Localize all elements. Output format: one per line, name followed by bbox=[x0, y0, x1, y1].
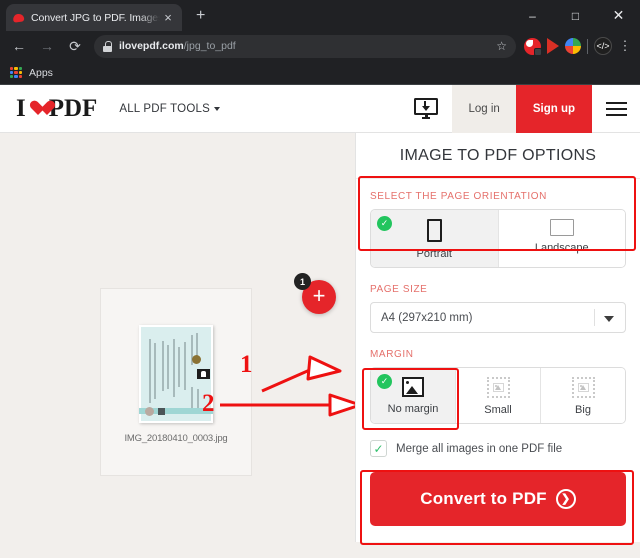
reload-icon[interactable]: ⟳ bbox=[62, 34, 88, 58]
site-header: I PDF ALL PDF TOOLS Log in Sign up bbox=[0, 84, 640, 133]
margin-option-small[interactable]: Small bbox=[455, 368, 540, 423]
browser-tab[interactable]: Convert JPG to PDF. Images JPG × bbox=[6, 4, 182, 31]
file-name-label: IMG_20180410_0003.jpg bbox=[124, 433, 228, 444]
login-button[interactable]: Log in bbox=[452, 84, 516, 133]
orientation-section-label: SELECT THE PAGE ORIENTATION bbox=[370, 191, 547, 202]
logo-text-right: PDF bbox=[48, 94, 98, 122]
file-canvas: IMG_20180410_0003.jpg + 1 1 2 3 bbox=[0, 133, 360, 542]
page-size-select[interactable]: A4 (297x210 mm) bbox=[370, 302, 626, 333]
header-right-actions: Log in Sign up bbox=[400, 84, 640, 133]
bookmark-star-icon[interactable]: ☆ bbox=[496, 39, 507, 53]
code-extension-icon[interactable]: </> bbox=[594, 37, 612, 55]
file-thumbnail-card[interactable]: IMG_20180410_0003.jpg bbox=[100, 288, 252, 476]
browser-menu-icon[interactable]: ⋮ bbox=[618, 38, 632, 54]
ilovepdf-logo[interactable]: I PDF bbox=[16, 95, 97, 123]
bookmark-apps-label[interactable]: Apps bbox=[29, 67, 53, 79]
heart-icon bbox=[29, 100, 47, 117]
orientation-portrait-label: Portrait bbox=[416, 248, 452, 260]
selected-check-icon: ✓ bbox=[377, 374, 392, 389]
margin-option-no-margin[interactable]: ✓ No margin bbox=[371, 368, 455, 423]
new-tab-button[interactable]: + bbox=[196, 7, 205, 25]
address-bar-url: ilovepdf.com/jpg_to_pdf bbox=[119, 40, 236, 52]
plus-icon: + bbox=[312, 283, 326, 308]
window-minimize-button[interactable]: – bbox=[511, 0, 554, 31]
panel-title: IMAGE TO PDF OPTIONS bbox=[356, 133, 640, 179]
chevron-down-icon bbox=[213, 106, 220, 111]
orientation-option-landscape[interactable]: Landscape bbox=[497, 210, 625, 267]
tab-close-icon[interactable]: × bbox=[160, 10, 176, 25]
extensions-row: </> ⋮ bbox=[524, 37, 634, 56]
hamburger-menu-icon[interactable] bbox=[592, 85, 640, 133]
image-to-pdf-options-panel: IMAGE TO PDF OPTIONS SELECT THE PAGE ORI… bbox=[355, 133, 640, 542]
window-close-button[interactable]: ✕ bbox=[597, 0, 640, 31]
image-big-margin-icon bbox=[571, 377, 595, 398]
annotation-number-2: 2 bbox=[202, 390, 215, 417]
select-divider bbox=[594, 309, 595, 326]
back-icon[interactable]: ← bbox=[6, 34, 32, 58]
convert-to-pdf-button[interactable]: Convert to PDF ❯ bbox=[370, 472, 626, 526]
ilovepdf-extension-icon[interactable] bbox=[524, 37, 542, 56]
margin-option-big[interactable]: Big bbox=[540, 368, 625, 423]
margin-big-label: Big bbox=[575, 404, 591, 416]
file-count-badge: 1 bbox=[294, 273, 311, 290]
landscape-page-icon bbox=[549, 219, 574, 236]
tab-favicon-icon bbox=[12, 11, 25, 24]
selected-check-icon: ✓ bbox=[377, 216, 392, 231]
merge-checkbox-label: Merge all images in one PDF file bbox=[396, 442, 563, 455]
image-no-margin-icon bbox=[402, 377, 424, 397]
apps-grid-icon[interactable] bbox=[10, 66, 22, 79]
panel-body: SELECT THE PAGE ORIENTATION ✓ Portrait L… bbox=[356, 179, 640, 526]
all-pdf-tools-label: ALL PDF TOOLS bbox=[119, 102, 210, 115]
orientation-landscape-label: Landscape bbox=[534, 242, 589, 254]
browser-navigation-bar: ← → ⟳ ilovepdf.com/jpg_to_pdf ☆ </> ⋮ bbox=[0, 31, 640, 61]
tab-title: Convert JPG to PDF. Images JPG bbox=[31, 11, 160, 24]
orientation-options-group: ✓ Portrait Landscape bbox=[370, 209, 626, 268]
margin-no-margin-label: No margin bbox=[387, 403, 439, 415]
browser-window: Convert JPG to PDF. Images JPG × + – □ ✕… bbox=[0, 0, 640, 558]
url-domain: ilovepdf.com bbox=[119, 40, 184, 52]
all-pdf-tools-menu[interactable]: ALL PDF TOOLS bbox=[119, 103, 220, 115]
browser-titlebar: Convert JPG to PDF. Images JPG × + – □ ✕ bbox=[0, 0, 640, 31]
logo-text-left: I bbox=[16, 94, 26, 122]
lock-icon bbox=[103, 40, 112, 52]
megaphone-extension-icon[interactable] bbox=[547, 38, 559, 54]
annotation-number-1: 1 bbox=[240, 351, 253, 378]
window-maximize-button[interactable]: □ bbox=[554, 0, 597, 31]
forward-icon[interactable]: → bbox=[34, 34, 60, 58]
orientation-option-portrait[interactable]: ✓ Portrait bbox=[371, 210, 498, 267]
chevron-down-icon bbox=[604, 316, 614, 322]
arrow-right-circle-icon: ❯ bbox=[555, 489, 576, 509]
address-bar[interactable]: ilovepdf.com/jpg_to_pdf ☆ bbox=[94, 34, 516, 58]
desktop-download-icon[interactable] bbox=[400, 85, 452, 133]
page-size-label: PAGE SIZE bbox=[370, 284, 428, 295]
portrait-page-icon bbox=[426, 219, 442, 242]
page-size-value: A4 (297x210 mm) bbox=[381, 311, 473, 324]
image-small-margin-icon bbox=[486, 377, 510, 398]
margin-small-label: Small bbox=[484, 404, 512, 416]
window-controls: – □ ✕ bbox=[511, 0, 640, 31]
toolbar-divider bbox=[587, 38, 588, 54]
convert-button-label: Convert to PDF bbox=[420, 489, 547, 508]
signup-button[interactable]: Sign up bbox=[515, 84, 592, 133]
merge-all-images-row[interactable]: ✓ Merge all images in one PDF file bbox=[370, 440, 626, 457]
margin-options-group: ✓ No margin Small Big bbox=[370, 367, 626, 424]
bookmarks-bar: Apps bbox=[0, 61, 640, 85]
url-path: /jpg_to_pdf bbox=[183, 40, 236, 52]
margin-section-label: MARGIN bbox=[370, 349, 414, 360]
merge-checkbox[interactable]: ✓ bbox=[370, 440, 387, 457]
globe-extension-icon[interactable] bbox=[565, 38, 581, 54]
browser-chrome: Convert JPG to PDF. Images JPG × + – □ ✕… bbox=[0, 0, 640, 85]
workspace: IMG_20180410_0003.jpg + 1 1 2 3 bbox=[0, 133, 640, 542]
